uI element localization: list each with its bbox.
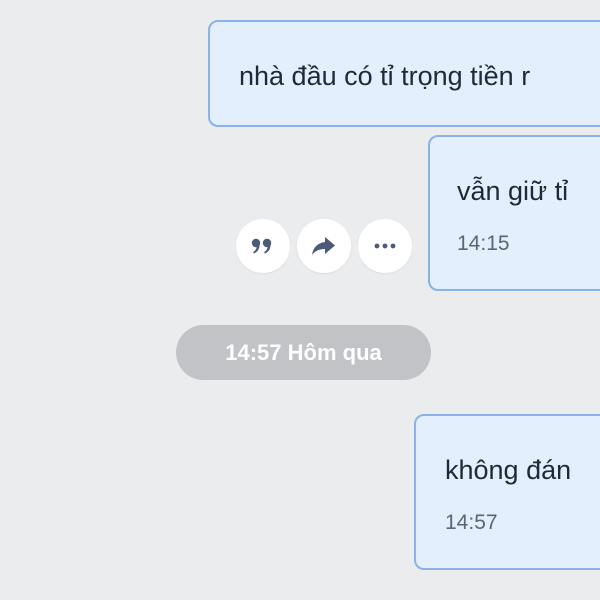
quote-button[interactable] <box>236 219 290 273</box>
message-bubble[interactable]: vẫn giữ tỉ 14:15 <box>428 135 600 291</box>
forward-icon <box>312 237 335 255</box>
more-icon <box>374 243 396 249</box>
quote-icon <box>251 238 272 254</box>
message-text: không đán <box>445 455 572 485</box>
message-bubble[interactable]: nhà đầu có tỉ trọng tiền r <box>208 20 600 127</box>
message-text: nhà đầu có tỉ trọng tiền r <box>239 61 531 91</box>
message-text: vẫn giữ tỉ <box>457 176 569 206</box>
forward-button[interactable] <box>297 219 351 273</box>
more-button[interactable] <box>358 219 412 273</box>
message-bubble[interactable]: không đán 14:57 <box>414 414 600 570</box>
date-separator: 14:57 Hôm qua <box>176 325 431 380</box>
message-time: 14:57 <box>445 511 498 534</box>
message-time: 14:15 <box>457 232 510 255</box>
chat-area: nhà đầu có tỉ trọng tiền r vẫn giữ tỉ 14… <box>0 0 600 600</box>
